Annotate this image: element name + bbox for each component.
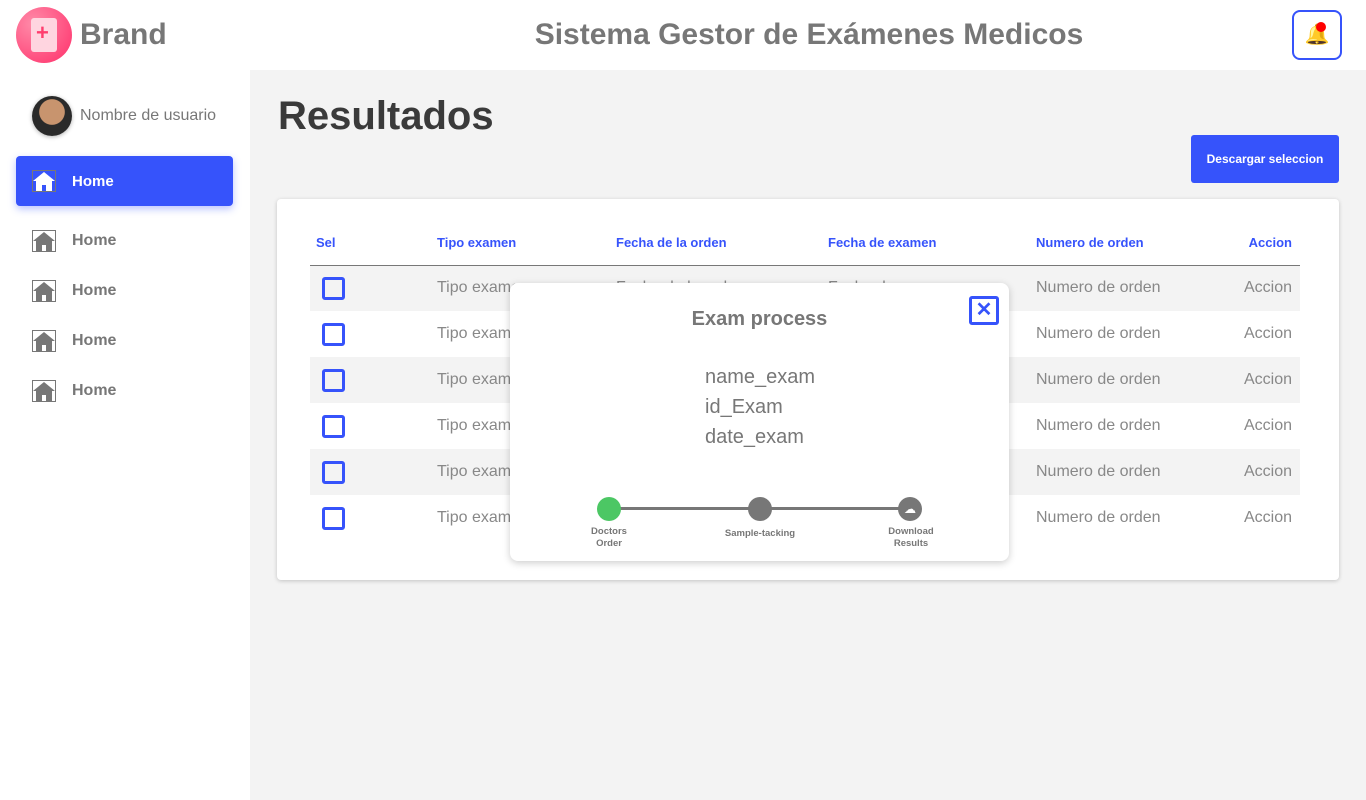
header-fecha-orden: Fecha de la orden [616,221,828,266]
row-checkbox[interactable] [322,368,345,392]
field-date-exam: date_exam [705,426,804,448]
app-title: Sistema Gestor de Exámenes Medicos [534,18,1084,51]
sidebar-item-home[interactable]: Home [16,216,233,266]
cell-numero: Numero de orden [1036,265,1236,311]
sidebar: Nombre de usuario Home Home Home Home Home [0,70,250,800]
step-label: Sample-tacking [724,528,796,539]
row-checkbox[interactable] [322,506,345,530]
header-fecha-examen: Fecha de examen [828,221,1036,266]
download-selection-button[interactable]: Descargar seleccion [1191,135,1339,183]
cell-accion[interactable]: Accion [1236,265,1300,311]
cell-accion[interactable]: Accion [1236,449,1300,495]
sidebar-item-home[interactable]: Home [16,156,233,206]
cell-accion[interactable]: Accion [1236,495,1300,541]
step-sample-tacking [748,497,772,521]
home-icon [32,280,56,302]
field-id-exam: id_Exam [705,396,783,418]
home-icon [32,230,56,252]
cell-accion[interactable]: Accion [1236,403,1300,449]
modal-title: Exam process [691,308,828,330]
avatar [32,96,72,136]
sidebar-item-label: Home [72,172,114,190]
row-checkbox[interactable] [322,414,345,438]
sidebar-item-home[interactable]: Home [16,316,233,366]
home-icon [32,330,56,352]
page-title: Resultados [278,94,494,138]
top-bar: + Brand Sistema Gestor de Exámenes Medic… [0,0,1366,70]
row-checkbox[interactable] [322,460,345,484]
notification-dot [1316,22,1326,32]
step-label: Doctors Order [591,526,627,549]
step-label: Download Results [888,526,934,549]
cell-numero: Numero de orden [1036,417,1161,434]
cell-accion[interactable]: Accion [1236,357,1300,403]
cloud-download-icon[interactable]: ☁ [898,497,922,521]
cell-numero: Numero de orden [1036,509,1161,526]
step-doctors-order [597,497,621,521]
header-tipo: Tipo examen [437,221,616,266]
home-icon [32,380,56,402]
home-icon [32,170,56,192]
exam-process-modal: Exam process ✕ name_exam id_Exam date_ex… [510,283,1009,561]
sidebar-item-home[interactable]: Home [16,366,233,416]
header-accion: Accion [1236,221,1300,266]
user-name: Nombre de usuario [80,107,217,124]
header-numero: Numero de orden [1036,221,1236,266]
row-checkbox[interactable] [322,322,345,346]
close-icon[interactable]: ✕ [969,296,999,325]
sidebar-item-label: Home [72,382,117,399]
cell-numero: Numero de orden [1036,357,1236,403]
sidebar-item-label: Home [72,282,117,299]
sidebar-item-home[interactable]: Home [16,266,233,316]
cell-numero: Numero de orden [1036,449,1236,495]
notifications-button[interactable]: 🔔 [1292,10,1342,60]
header-sel: Sel [310,221,437,266]
sidebar-item-label: Home [72,332,117,349]
field-name-exam: name_exam [705,366,816,388]
row-checkbox[interactable] [322,276,345,300]
cell-numero: Numero de orden [1036,325,1161,342]
cell-accion[interactable]: Accion [1236,311,1300,357]
sidebar-item-label: Home [72,232,117,249]
